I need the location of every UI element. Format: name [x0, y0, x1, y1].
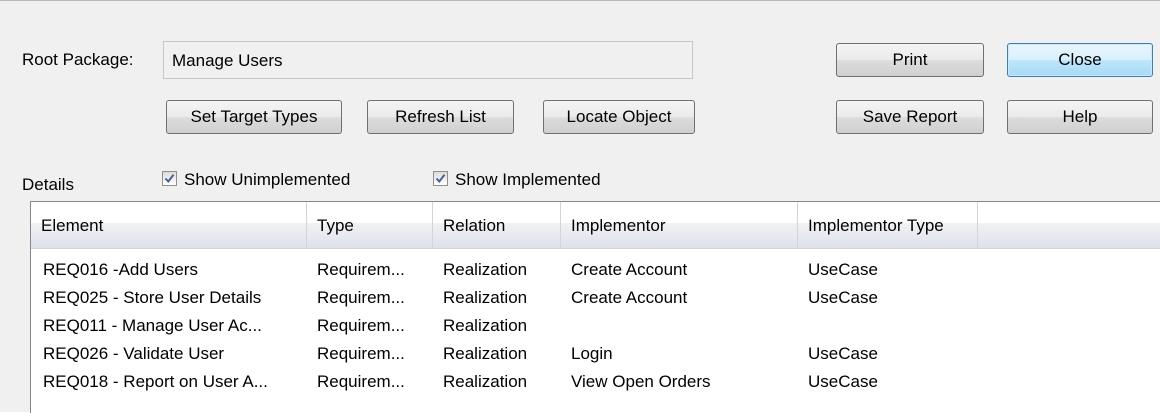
cell-implementor: Create Account — [571, 288, 688, 307]
save-report-button[interactable]: Save Report — [836, 100, 984, 134]
column-header-element[interactable]: Element — [31, 202, 307, 248]
column-header-relation[interactable]: Relation — [433, 202, 561, 248]
close-button[interactable]: Close — [1007, 43, 1153, 77]
cell-relation: Realization — [443, 260, 528, 279]
cell-implementor: Create Account — [571, 260, 688, 279]
cell-relation: Realization — [443, 372, 528, 391]
table-row[interactable]: REQ016 -Add Users Requirem... Realizatio… — [31, 256, 1160, 284]
print-button[interactable]: Print — [836, 43, 984, 77]
locate-object-button[interactable]: Locate Object — [543, 100, 695, 134]
cell-element: REQ025 - Store User Details — [43, 288, 262, 307]
table-row[interactable]: REQ026 - Validate User Requirem... Reali… — [31, 340, 1160, 368]
results-list[interactable]: Element Type Relation Implementor Implem… — [30, 201, 1160, 413]
checkmark-icon — [435, 174, 446, 184]
checkmark-icon — [164, 174, 175, 184]
root-package-label: Root Package: — [22, 50, 134, 69]
cell-implementor: Login — [571, 344, 613, 363]
cell-type: Requirem... — [317, 372, 405, 391]
help-button[interactable]: Help — [1007, 100, 1153, 134]
cell-element: REQ011 - Manage User Ac... — [43, 316, 262, 335]
table-row[interactable]: REQ025 - Store User Details Requirem... … — [31, 284, 1160, 312]
cell-implementor-type: UseCase — [808, 344, 878, 363]
cell-implementor: View Open Orders — [571, 372, 711, 391]
cell-implementor-type: UseCase — [808, 260, 878, 279]
cell-type: Requirem... — [317, 260, 405, 279]
column-header-implementor-type[interactable]: Implementor Type — [798, 202, 978, 248]
cell-type: Requirem... — [317, 344, 405, 363]
cell-element: REQ026 - Validate User — [43, 344, 225, 363]
show-unimplemented-label[interactable]: Show Unimplemented — [184, 170, 350, 190]
column-header-type[interactable]: Type — [307, 202, 433, 248]
details-label: Details — [22, 175, 74, 194]
cell-relation: Realization — [443, 316, 528, 335]
cell-relation: Realization — [443, 288, 528, 307]
cell-implementor-type: UseCase — [808, 288, 878, 307]
list-header: Element Type Relation Implementor Implem… — [31, 202, 1160, 249]
refresh-list-button[interactable]: Refresh List — [367, 100, 514, 134]
cell-implementor-type: UseCase — [808, 372, 878, 391]
root-package-field[interactable]: Manage Users — [163, 41, 693, 79]
column-header-implementor[interactable]: Implementor — [561, 202, 798, 248]
cell-element: REQ016 -Add Users — [43, 260, 198, 279]
set-target-types-button[interactable]: Set Target Types — [166, 100, 342, 134]
table-row[interactable]: REQ018 - Report on User A... Requirem...… — [31, 368, 1160, 396]
cell-type: Requirem... — [317, 316, 405, 335]
show-implemented-label[interactable]: Show Implemented — [455, 170, 601, 190]
show-unimplemented-checkbox[interactable] — [162, 171, 177, 186]
table-row[interactable]: REQ011 - Manage User Ac... Requirem... R… — [31, 312, 1160, 340]
cell-type: Requirem... — [317, 288, 405, 307]
cell-element: REQ018 - Report on User A... — [43, 372, 268, 391]
show-implemented-checkbox[interactable] — [433, 171, 448, 186]
cell-relation: Realization — [443, 344, 528, 363]
implementation-dialog: Root Package: Manage Users Print Close S… — [0, 0, 1160, 413]
